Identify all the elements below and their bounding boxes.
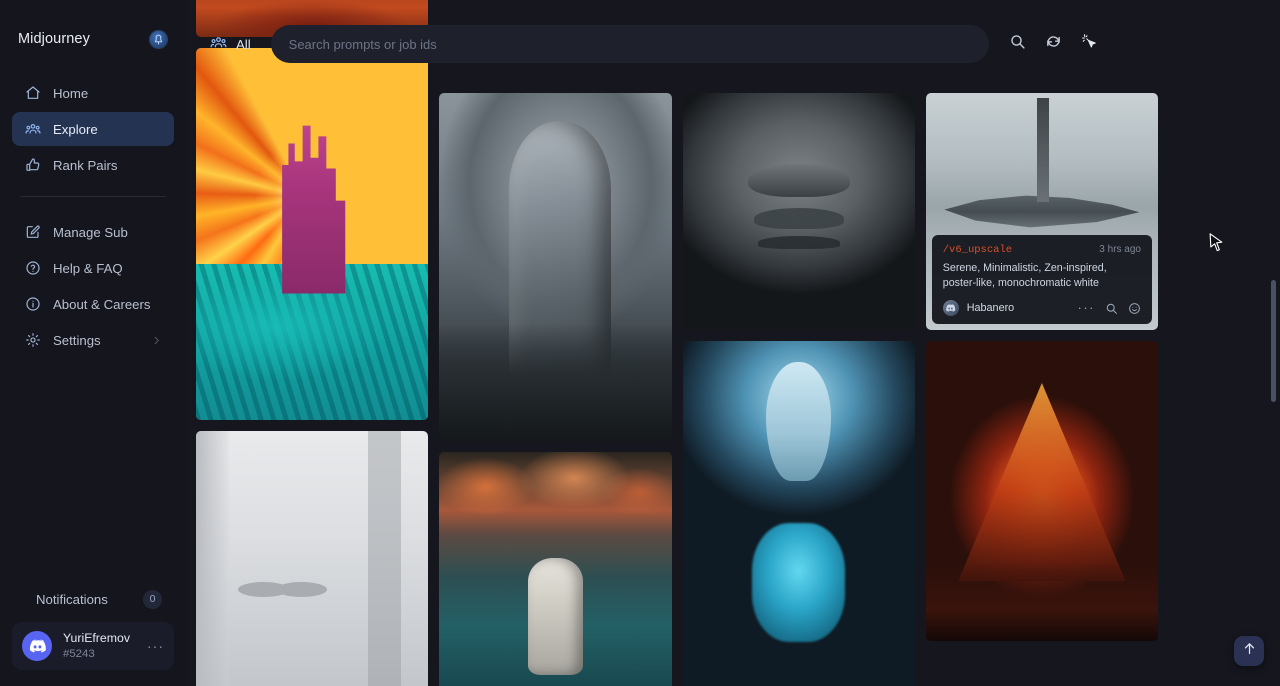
sidebar: Midjourney Home	[0, 0, 186, 686]
notifications-count-badge: 0	[143, 590, 162, 609]
notifications-label: Notifications	[36, 592, 108, 607]
card-castle-sunset[interactable]	[196, 48, 428, 420]
card-artwork	[683, 93, 915, 330]
card-action-buttons: ···	[1078, 302, 1142, 315]
question-circle-icon	[24, 260, 41, 277]
discord-icon	[22, 631, 52, 661]
home-icon	[24, 85, 41, 102]
user-name: YuriEfremov	[63, 631, 130, 646]
search-bar[interactable]	[271, 25, 989, 63]
sidebar-item-label: Settings	[53, 333, 101, 348]
app-root: Midjourney Home	[0, 0, 1280, 686]
card-cyborg-woman[interactable]	[683, 341, 915, 686]
refresh-button[interactable]	[1039, 29, 1069, 59]
card-artwork	[439, 452, 671, 686]
card-info-footer: Habanero ···	[943, 300, 1141, 316]
sidebar-item-rank-pairs[interactable]: Rank Pairs	[12, 148, 174, 182]
refresh-icon	[1045, 33, 1062, 55]
sidebar-divider	[20, 196, 166, 197]
user-meta: YuriEfremov #5243	[63, 631, 130, 661]
secondary-nav: Manage Sub Help & FAQ	[0, 209, 186, 357]
card-white-face[interactable]	[196, 431, 428, 686]
card-artwork	[196, 48, 428, 420]
filter-all-label: All	[236, 37, 251, 52]
people-group-icon	[210, 34, 227, 54]
react-button[interactable]	[1128, 302, 1141, 315]
zoom-search-button[interactable]	[1105, 302, 1118, 315]
sidebar-spacer	[0, 357, 186, 582]
gallery-column-4: /v6_upscale 3 hrs ago Serene, Minimalist…	[926, 93, 1158, 686]
topbar: All	[186, 20, 1280, 68]
user-account-card[interactable]: YuriEfremov #5243 ···	[12, 622, 174, 670]
app-title: Midjourney	[18, 31, 90, 47]
topbar-actions	[1003, 29, 1105, 59]
search-icon	[1009, 33, 1026, 55]
cursor-sparkle-icon	[1081, 33, 1098, 55]
sidebar-item-settings[interactable]: Settings	[12, 323, 174, 357]
card-info-overlay: /v6_upscale 3 hrs ago Serene, Minimalist…	[932, 235, 1152, 324]
scrollbar-thumb[interactable]	[1271, 280, 1276, 402]
cursor-sparkle-button[interactable]	[1075, 29, 1105, 59]
author-name: Habanero	[967, 302, 1014, 314]
notifications-row[interactable]: Notifications 0	[12, 582, 174, 616]
ellipsis-icon[interactable]: ···	[147, 638, 164, 654]
job-timestamp: 3 hrs ago	[1099, 244, 1141, 255]
job-prompt-text: Serene, Minimalistic, Zen-inspired, post…	[943, 261, 1141, 290]
sidebar-item-label: Help & FAQ	[53, 261, 123, 276]
sidebar-item-help-faq[interactable]: Help & FAQ	[12, 251, 174, 285]
gallery-column-2	[439, 93, 671, 686]
sidebar-item-home[interactable]: Home	[12, 76, 174, 110]
card-shrouded-figure[interactable]	[439, 93, 671, 441]
info-circle-icon	[24, 296, 41, 313]
main-content: /v6_upscale 3 hrs ago Serene, Minimalist…	[186, 0, 1280, 686]
job-command-label: /v6_upscale	[943, 244, 1012, 256]
brand-row: Midjourney	[0, 8, 186, 70]
card-underwater-astronaut[interactable]	[439, 452, 671, 686]
card-artwork	[926, 341, 1158, 641]
sidebar-item-label: Rank Pairs	[53, 158, 118, 173]
search-input[interactable]	[289, 37, 975, 52]
card-artwork	[439, 93, 671, 441]
sidebar-item-about-careers[interactable]: About & Careers	[12, 287, 174, 321]
thumbs-up-icon	[24, 157, 41, 174]
primary-nav: Home Explore	[0, 70, 186, 182]
arrow-up-icon	[1242, 641, 1257, 661]
vertical-scrollbar[interactable]	[1270, 0, 1277, 686]
gallery-grid: /v6_upscale 3 hrs ago Serene, Minimalist…	[186, 0, 1280, 686]
sidebar-item-label: Explore	[53, 122, 98, 137]
card-fire-pyramid[interactable]	[926, 341, 1158, 641]
card-info-header: /v6_upscale 3 hrs ago	[943, 244, 1141, 256]
gear-icon	[24, 332, 41, 349]
scroll-to-top-button[interactable]	[1234, 636, 1264, 666]
card-zen-island[interactable]: /v6_upscale 3 hrs ago Serene, Minimalist…	[926, 93, 1158, 330]
card-artwork	[196, 431, 428, 686]
more-options-button[interactable]: ···	[1078, 304, 1096, 312]
gallery-column-1	[196, 0, 428, 686]
people-group-icon	[24, 121, 41, 138]
card-artwork	[683, 341, 915, 686]
filter-all-button[interactable]: All	[204, 30, 257, 58]
search-submit-button[interactable]	[1003, 29, 1033, 59]
gallery-column-3	[683, 93, 915, 686]
chevron-right-icon	[151, 335, 162, 346]
sidebar-item-explore[interactable]: Explore	[12, 112, 174, 146]
sidebar-item-label: Home	[53, 86, 88, 101]
sidebar-item-label: Manage Sub	[53, 225, 128, 240]
sidebar-item-label: About & Careers	[53, 297, 151, 312]
card-stone-face[interactable]	[683, 93, 915, 330]
pin-badge-icon[interactable]	[149, 30, 168, 49]
edit-square-icon	[24, 224, 41, 241]
sidebar-item-manage-sub[interactable]: Manage Sub	[12, 215, 174, 249]
user-tag: #5243	[63, 647, 130, 661]
author-avatar	[943, 300, 959, 316]
